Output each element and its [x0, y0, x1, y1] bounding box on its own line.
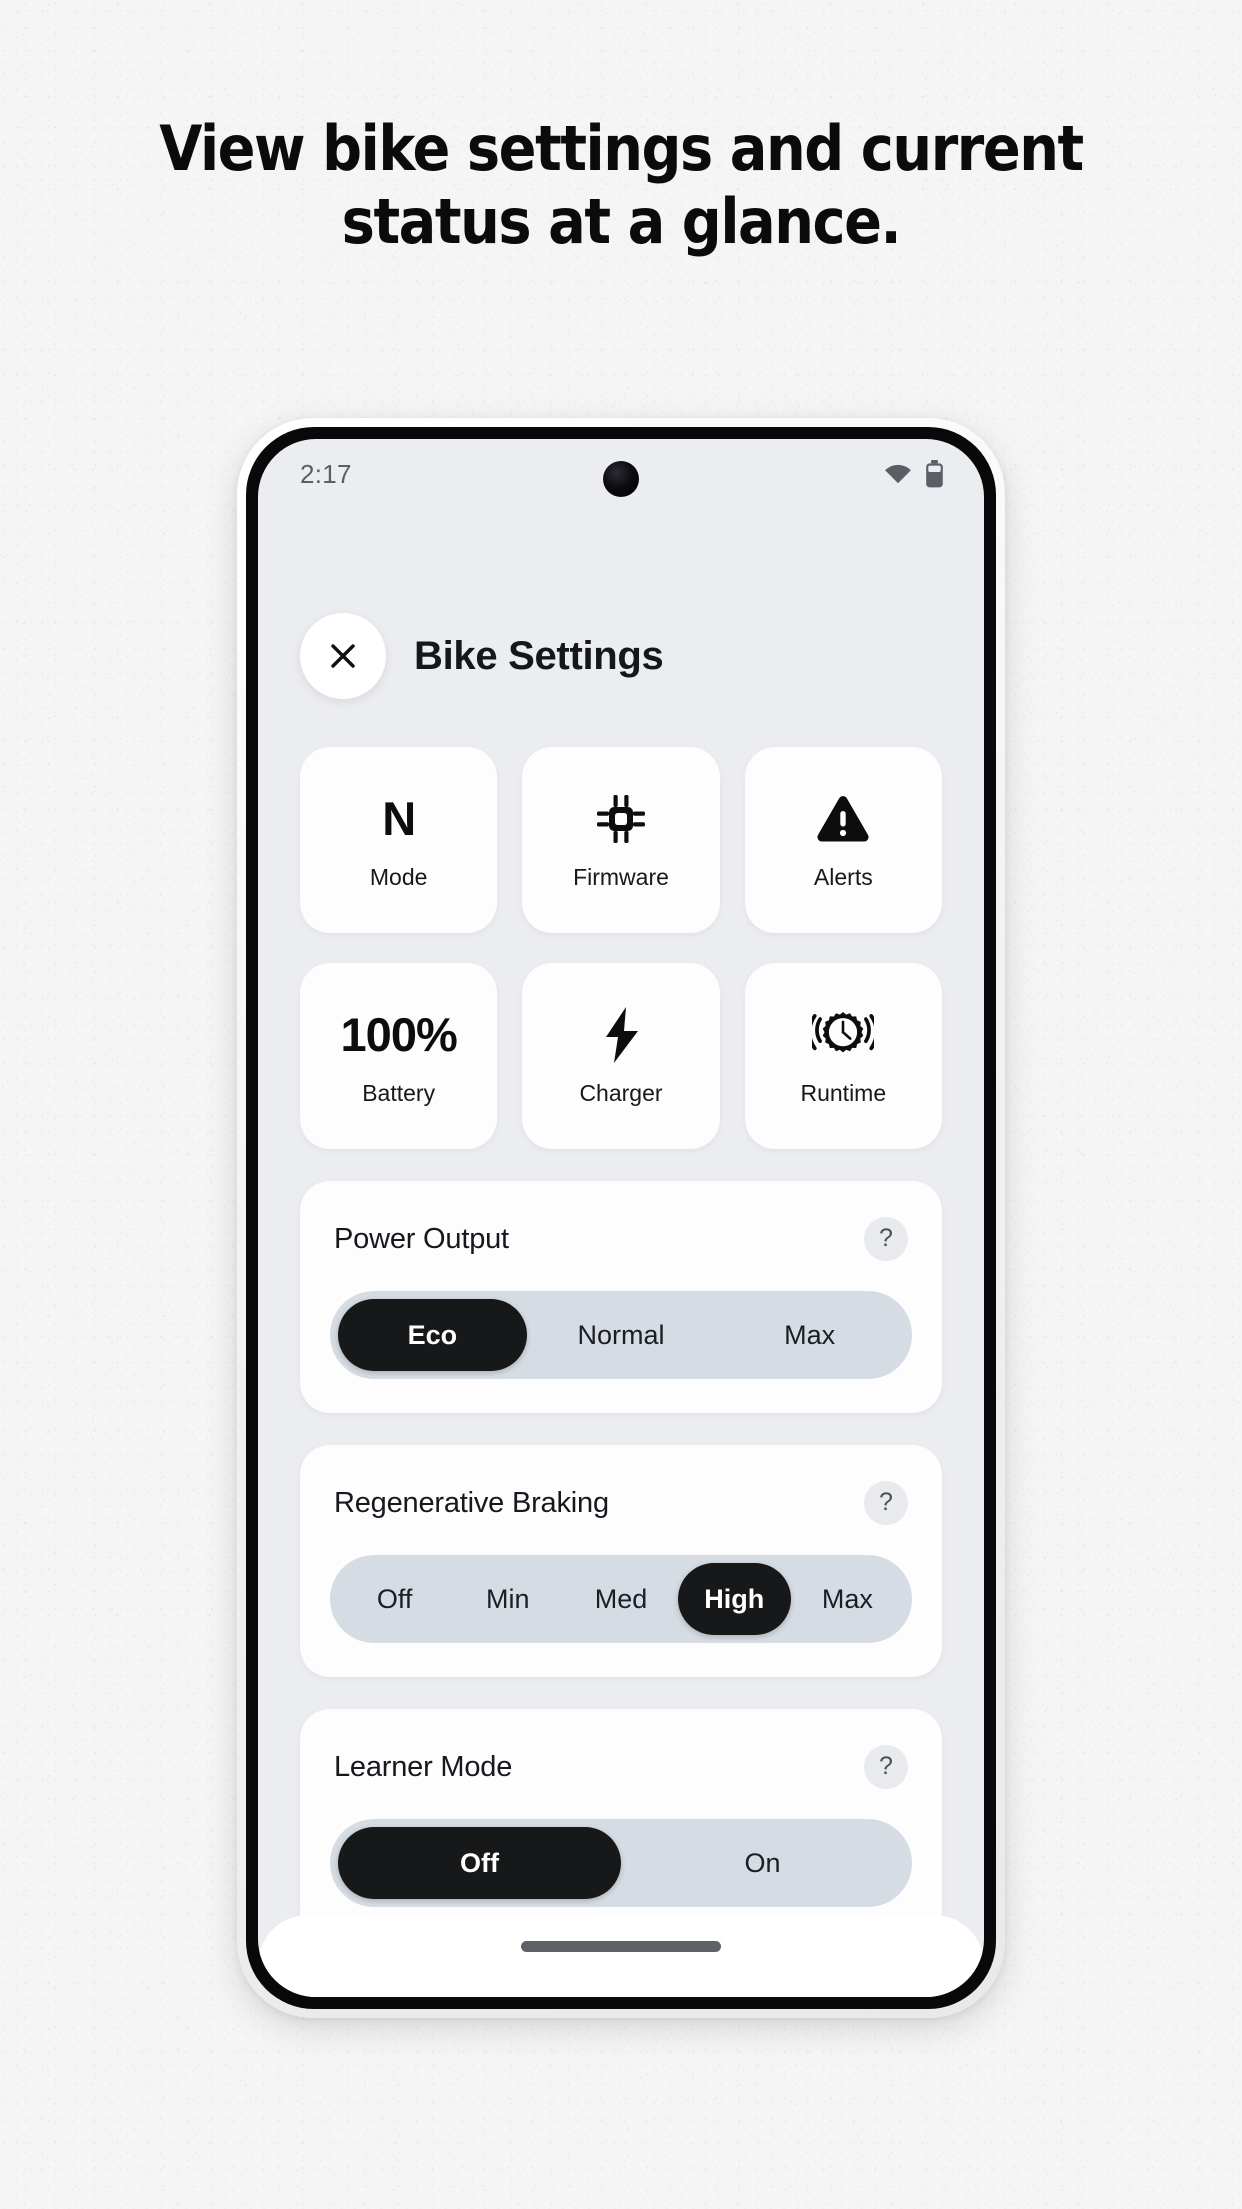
promo-headline-line-2: status at a glance.	[341, 185, 902, 259]
stat-label-alerts: Alerts	[813, 863, 873, 890]
settings-content: N Mode Firmware Alerts 100% Battery Char…	[258, 699, 984, 1997]
setting-header-power-output: Power Output ?	[330, 1217, 912, 1261]
stat-card-grid-row-1: N Mode Firmware Alerts	[300, 747, 942, 933]
setting-card-learner-mode: Learner Mode ? Off On	[300, 1709, 942, 1941]
segment-power-output-max[interactable]: Max	[715, 1299, 904, 1371]
grid-row-spacer	[300, 933, 942, 963]
wifi-icon	[883, 462, 913, 486]
stat-card-firmware[interactable]: Firmware	[522, 747, 720, 933]
stat-label-battery: Battery	[362, 1079, 436, 1106]
front-camera-icon	[603, 461, 639, 497]
close-button[interactable]	[300, 613, 386, 699]
promo-headline: View bike settings and current status at…	[62, 112, 1180, 258]
setting-header-learner-mode: Learner Mode ?	[330, 1745, 912, 1789]
stat-card-charger[interactable]: Charger	[522, 963, 720, 1149]
stat-value-mode: N	[382, 792, 416, 845]
status-bar-icons	[883, 460, 944, 488]
segment-regen-high[interactable]: High	[677, 1563, 791, 1635]
segmented-control-regenerative-braking: Off Min Med High Max	[330, 1555, 912, 1643]
phone-bezel: 2:17 Bike Settings N Mode Firmware Alert…	[246, 427, 996, 2009]
setting-title-power-output: Power Output	[334, 1222, 509, 1255]
warning-icon	[816, 790, 870, 848]
phone-device-frame: 2:17 Bike Settings N Mode Firmware Alert…	[237, 418, 1005, 2018]
segment-power-output-normal[interactable]: Normal	[527, 1299, 716, 1371]
help-icon-power-output[interactable]: ?	[864, 1217, 908, 1261]
stat-card-battery[interactable]: 100% Battery	[300, 963, 498, 1149]
setting-card-power-output: Power Output ? Eco Normal Max	[300, 1181, 942, 1413]
segment-regen-off[interactable]: Off	[338, 1563, 451, 1635]
segment-regen-min[interactable]: Min	[451, 1563, 564, 1635]
setting-header-regenerative-braking: Regenerative Braking ?	[330, 1481, 912, 1525]
stat-label-charger: Charger	[579, 1079, 663, 1106]
segment-learner-off[interactable]: Off	[338, 1827, 621, 1899]
system-navigation-bar	[258, 1915, 984, 1997]
segmented-control-learner-mode: Off On	[330, 1819, 912, 1907]
help-icon-regenerative-braking[interactable]: ?	[864, 1481, 908, 1525]
app-header: Bike Settings	[258, 509, 984, 699]
status-bar-clock: 2:17	[300, 458, 352, 489]
setting-card-regenerative-braking: Regenerative Braking ? Off Min Med High …	[300, 1445, 942, 1677]
stat-card-grid-row-2: 100% Battery Charger Runtime	[300, 963, 942, 1149]
promo-headline-line-1: View bike settings and current	[159, 112, 1084, 185]
stat-card-mode[interactable]: N Mode	[300, 747, 498, 933]
stat-card-runtime[interactable]: Runtime	[744, 963, 942, 1149]
segment-regen-med[interactable]: Med	[564, 1563, 677, 1635]
segment-learner-on[interactable]: On	[621, 1827, 904, 1899]
page-title: Bike Settings	[414, 633, 664, 678]
bolt-icon	[599, 1006, 643, 1064]
close-icon	[326, 639, 360, 673]
stat-label-runtime: Runtime	[800, 1079, 887, 1106]
stat-label-mode: Mode	[369, 863, 428, 890]
phone-screen: 2:17 Bike Settings N Mode Firmware Alert…	[258, 439, 984, 1997]
help-icon-learner-mode[interactable]: ?	[864, 1745, 908, 1789]
segment-regen-max[interactable]: Max	[791, 1563, 904, 1635]
gesture-handle[interactable]	[521, 1941, 721, 1952]
battery-icon	[925, 460, 944, 488]
stat-card-alerts[interactable]: Alerts	[744, 747, 942, 933]
setting-title-learner-mode: Learner Mode	[334, 1750, 513, 1783]
stat-label-firmware: Firmware	[573, 863, 669, 890]
chip-icon	[594, 790, 648, 848]
stat-value-battery: 100%	[340, 1008, 458, 1061]
setting-title-regenerative-braking: Regenerative Braking	[334, 1486, 609, 1519]
segment-power-output-eco[interactable]: Eco	[338, 1299, 527, 1371]
segmented-control-power-output: Eco Normal Max	[330, 1291, 912, 1379]
gear-clock-icon	[812, 1006, 875, 1064]
